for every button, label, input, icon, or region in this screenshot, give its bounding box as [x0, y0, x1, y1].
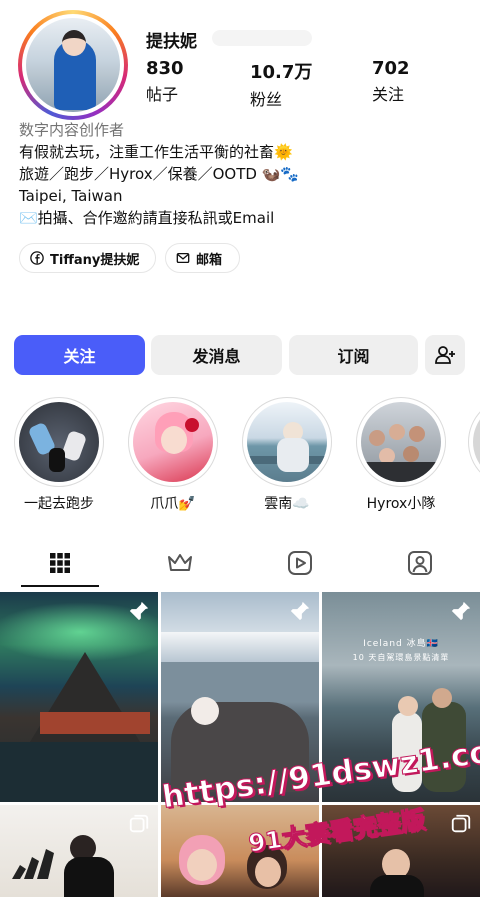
- bio-line: 有假就去玩，注重工作生活平衡的社畜🌞: [19, 143, 293, 161]
- tagged-icon: [408, 551, 432, 575]
- stat-followers[interactable]: 10.7万 粉丝: [250, 58, 312, 110]
- highlight-nails[interactable]: 爪爪💅: [126, 397, 220, 513]
- tab-reels[interactable]: [260, 538, 340, 588]
- stat-followers-label: 粉丝: [250, 90, 283, 109]
- stat-following[interactable]: 702 关注: [372, 58, 410, 105]
- pin-icon: [129, 601, 149, 621]
- highlight-label: 爪爪💅: [150, 496, 196, 512]
- post-thumbnail-fjord[interactable]: [161, 592, 319, 802]
- reels-icon: [288, 551, 312, 575]
- highlight-yunnan[interactable]: 雲南☁️: [240, 397, 334, 513]
- highlight-label: 雲南☁️: [264, 496, 310, 512]
- bio-line: ✉️拍攝、合作邀約請直接私訊或Email: [19, 209, 275, 227]
- highlight-hyrox[interactable]: Hyrox小隊: [354, 397, 448, 513]
- tab-tagged[interactable]: [380, 538, 460, 588]
- highlight-label: 一起去跑步: [24, 496, 94, 512]
- profile-avatar[interactable]: [18, 10, 128, 120]
- stat-following-label: 关注: [372, 85, 405, 104]
- tab-posts-grid[interactable]: [20, 538, 100, 588]
- stat-posts[interactable]: 830 帖子: [146, 58, 184, 105]
- profile-bio: 数字内容创作者 有假就去玩，注重工作生活平衡的社畜🌞 旅遊／跑步／Hyrox／保…: [19, 119, 469, 229]
- grid-icon: [50, 553, 70, 573]
- stat-following-value: 702: [372, 58, 410, 79]
- active-tab-indicator: [21, 585, 99, 587]
- email-link-chip[interactable]: 邮箱: [165, 243, 240, 273]
- adidas-logo-icon: [12, 849, 54, 879]
- stat-followers-value: 10.7万: [250, 62, 313, 83]
- mail-icon: [176, 252, 190, 264]
- email-link-label: 邮箱: [196, 252, 223, 268]
- pin-icon: [290, 601, 310, 621]
- post-thumbnail-aurora[interactable]: [0, 592, 158, 802]
- bio-category: 数字内容创作者: [19, 121, 125, 139]
- post-thumbnail-night[interactable]: [322, 805, 480, 897]
- highlight-running[interactable]: 一起去跑步: [12, 397, 106, 513]
- facebook-icon: [30, 251, 44, 265]
- follow-button[interactable]: 关注: [14, 335, 145, 375]
- post-caption-subtitle: 10 天自駕環島景點清單: [352, 653, 450, 662]
- post-caption-title: Iceland 冰島🇮🇸: [363, 639, 439, 649]
- bio-location: Taipei, Taiwan: [19, 187, 123, 205]
- highlight-label: Hyrox小隊: [366, 496, 436, 512]
- crown-icon: [168, 554, 192, 571]
- post-thumbnail-adidas[interactable]: [0, 805, 158, 897]
- stat-posts-value: 830: [146, 58, 184, 79]
- post-thumbnail-iceland[interactable]: Iceland 冰島🇮🇸 10 天自駕環島景點清單: [322, 592, 480, 802]
- message-button[interactable]: 发消息: [151, 335, 282, 375]
- carousel-icon: [129, 814, 149, 833]
- bio-line: 旅遊／跑步／Hyrox／保養／OOTD 🦦🐾: [19, 165, 300, 183]
- carousel-icon: [451, 814, 471, 833]
- post-thumbnail-pink-hair[interactable]: [161, 805, 319, 897]
- subscribe-button[interactable]: 订阅: [289, 335, 418, 375]
- pin-icon: [451, 601, 471, 621]
- profile-username: 提扶妮: [146, 32, 197, 52]
- facebook-link-chip[interactable]: Tiffany提扶妮: [19, 243, 156, 273]
- add-person-icon: [435, 346, 455, 364]
- stat-posts-label: 帖子: [146, 85, 179, 104]
- username-redaction: [212, 30, 312, 46]
- highlight-partial[interactable]: [468, 397, 480, 487]
- tab-exclusive[interactable]: [140, 538, 220, 588]
- facebook-link-label: Tiffany提扶妮: [50, 252, 140, 268]
- suggest-users-button[interactable]: [425, 335, 465, 375]
